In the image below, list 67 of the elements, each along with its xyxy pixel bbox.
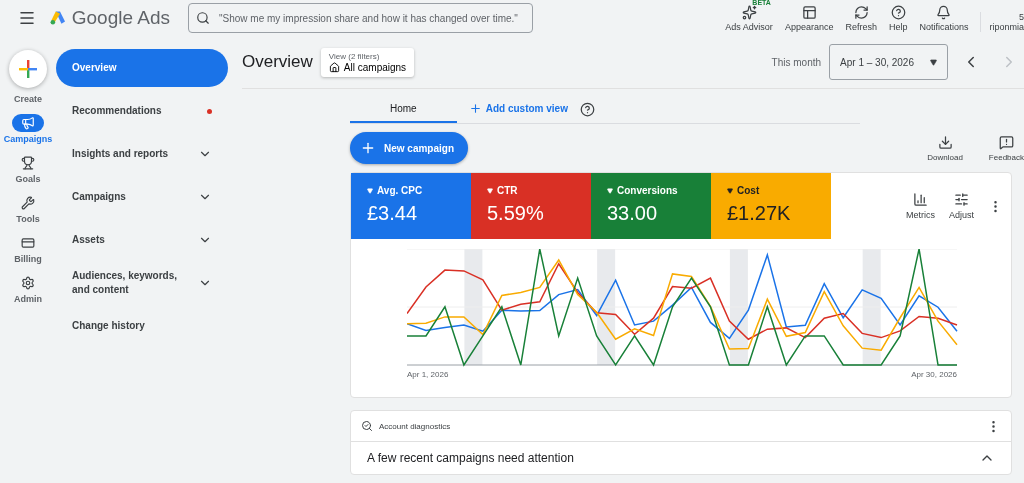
metric-tile[interactable]: Conversions 33.00 (591, 173, 711, 239)
dropdown-triangle-icon (607, 187, 613, 194)
help-icon (890, 4, 906, 20)
toolbar-button[interactable]: Help (888, 4, 908, 32)
wrench-icon (21, 196, 35, 210)
plus-icon (360, 140, 376, 156)
axis-label: Apr 1, 2026 (407, 370, 449, 379)
feedback-icon (998, 134, 1014, 150)
rail-item[interactable]: Tools (12, 194, 44, 224)
sliders-icon (954, 192, 969, 207)
new-campaign-button[interactable]: New campaign (350, 132, 469, 164)
bell-icon (936, 4, 952, 20)
trophy-icon (21, 156, 35, 170)
period-label: This month (771, 56, 822, 68)
plus-icon (468, 101, 482, 115)
axis-label: Apr 30, 2026 (911, 370, 957, 379)
dropdown-triangle-icon (487, 187, 493, 194)
view-filter-button[interactable]: View (2 filters) All campaigns (320, 47, 415, 77)
product-name: Google Ads (71, 7, 170, 29)
tab[interactable]: Add custom view (456, 95, 580, 123)
toolbar-button[interactable]: Notifications (919, 4, 969, 32)
bar-chart-icon (913, 192, 928, 207)
metric-tile[interactable]: Avg. CPC £3.44 (351, 173, 471, 239)
rail-item[interactable]: Billing (12, 234, 44, 264)
dropdown-triangle-icon (367, 187, 373, 194)
nav-item[interactable]: Assets (56, 221, 228, 259)
download-icon (937, 134, 953, 150)
nav-item[interactable]: Change history (56, 307, 228, 345)
home-icon (328, 61, 340, 73)
toolbar-button[interactable]: Refresh (845, 4, 877, 32)
nav-item[interactable]: Overview (56, 49, 228, 87)
toolbar-button[interactable]: Adjust (949, 192, 974, 220)
date-range-dropdown[interactable]: Apr 1 – 30, 2026 (829, 44, 948, 80)
dropdown-triangle-icon (930, 58, 937, 66)
plus-icon (18, 59, 38, 79)
search-icon (196, 11, 210, 25)
account-number: 5 (1019, 11, 1024, 22)
help-icon[interactable] (579, 101, 595, 117)
credit-card-icon (21, 236, 35, 250)
page-title: Overview (242, 52, 313, 72)
diagnostics-heading: A few recent campaigns need attention (367, 451, 574, 465)
rail-item[interactable]: Goals (12, 154, 44, 184)
diagnostics-icon (361, 420, 373, 432)
toolbar-button[interactable]: Download (927, 134, 963, 162)
metric-tile[interactable]: Cost £1.27K (711, 173, 831, 239)
toolbar-button[interactable]: Appearance (784, 4, 834, 32)
dropdown-triangle-icon (727, 187, 733, 194)
rail-item[interactable]: Admin (12, 274, 44, 304)
toolbar-button[interactable]: Metrics (906, 192, 935, 220)
diagnostics-title: Account diagnostics (379, 421, 451, 431)
menu-button[interactable] (18, 9, 36, 27)
toolbar-button[interactable]: Feedback (988, 134, 1024, 162)
nav-item[interactable]: Audiences, keywords, and content (56, 264, 228, 302)
tab[interactable]: Home (350, 95, 457, 123)
metric-tile[interactable]: CTR 5.59% (471, 173, 591, 239)
refresh-icon (853, 4, 869, 20)
nav-item[interactable]: Insights and reports (56, 135, 228, 173)
search-field[interactable]: "Show me my impression share and how it has changed over time." (188, 3, 533, 33)
sparkle-icon (741, 4, 757, 20)
nav-item[interactable]: Recommendations (56, 92, 228, 130)
nav-item[interactable]: Campaigns (56, 178, 228, 216)
account-name: riponmia (989, 21, 1024, 32)
rail-item[interactable]: Campaigns (3, 114, 53, 144)
settings-icon (21, 276, 35, 290)
megaphone-icon (21, 116, 35, 130)
menu-icon (18, 9, 36, 27)
layout-icon (801, 4, 817, 20)
